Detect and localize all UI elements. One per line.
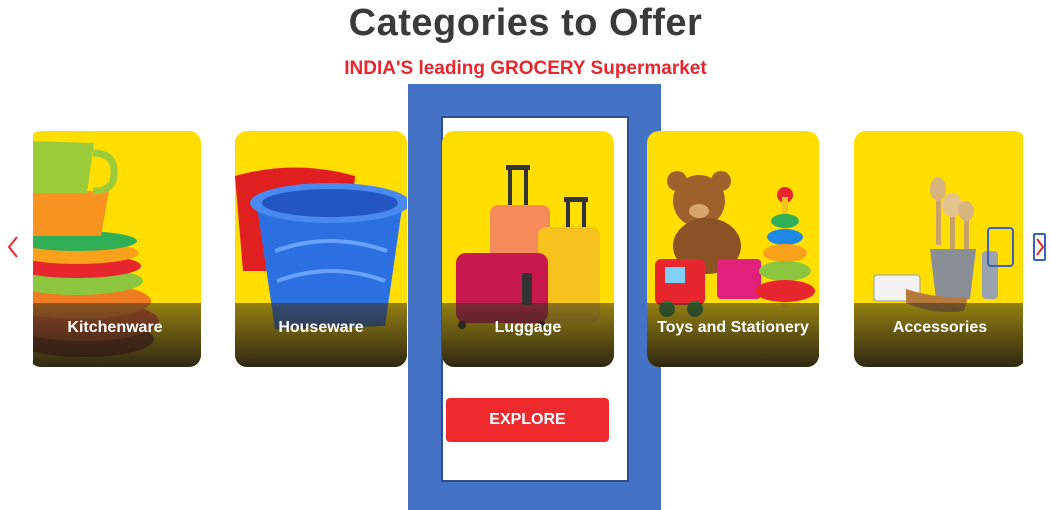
category-carousel: Kitchenware Houseware Luggage Toys and S… [33,131,1023,371]
page-subtitle: INDIA'S leading GROCERY Supermarket [344,58,707,79]
carousel-prev-button[interactable] [4,234,22,260]
category-card-kitchenware[interactable]: Kitchenware [33,131,201,367]
category-label: Toys and Stationery [657,319,809,336]
carousel-next-button[interactable] [1033,233,1046,261]
category-card-houseware[interactable]: Houseware [235,131,407,367]
category-card-toys-and-stationery[interactable]: Toys and Stationery [647,131,819,367]
chevron-left-icon [7,236,18,258]
explore-button[interactable]: EXPLORE [446,398,609,442]
page-title: Categories to Offer [348,2,703,44]
category-label: Houseware [278,319,364,336]
focus-indicator [987,227,1014,267]
chevron-right-icon [1035,238,1044,256]
category-label: Kitchenware [67,319,163,336]
category-label: Luggage [494,319,562,336]
category-label: Accessories [892,319,988,336]
category-card-luggage[interactable]: Luggage [442,131,614,367]
